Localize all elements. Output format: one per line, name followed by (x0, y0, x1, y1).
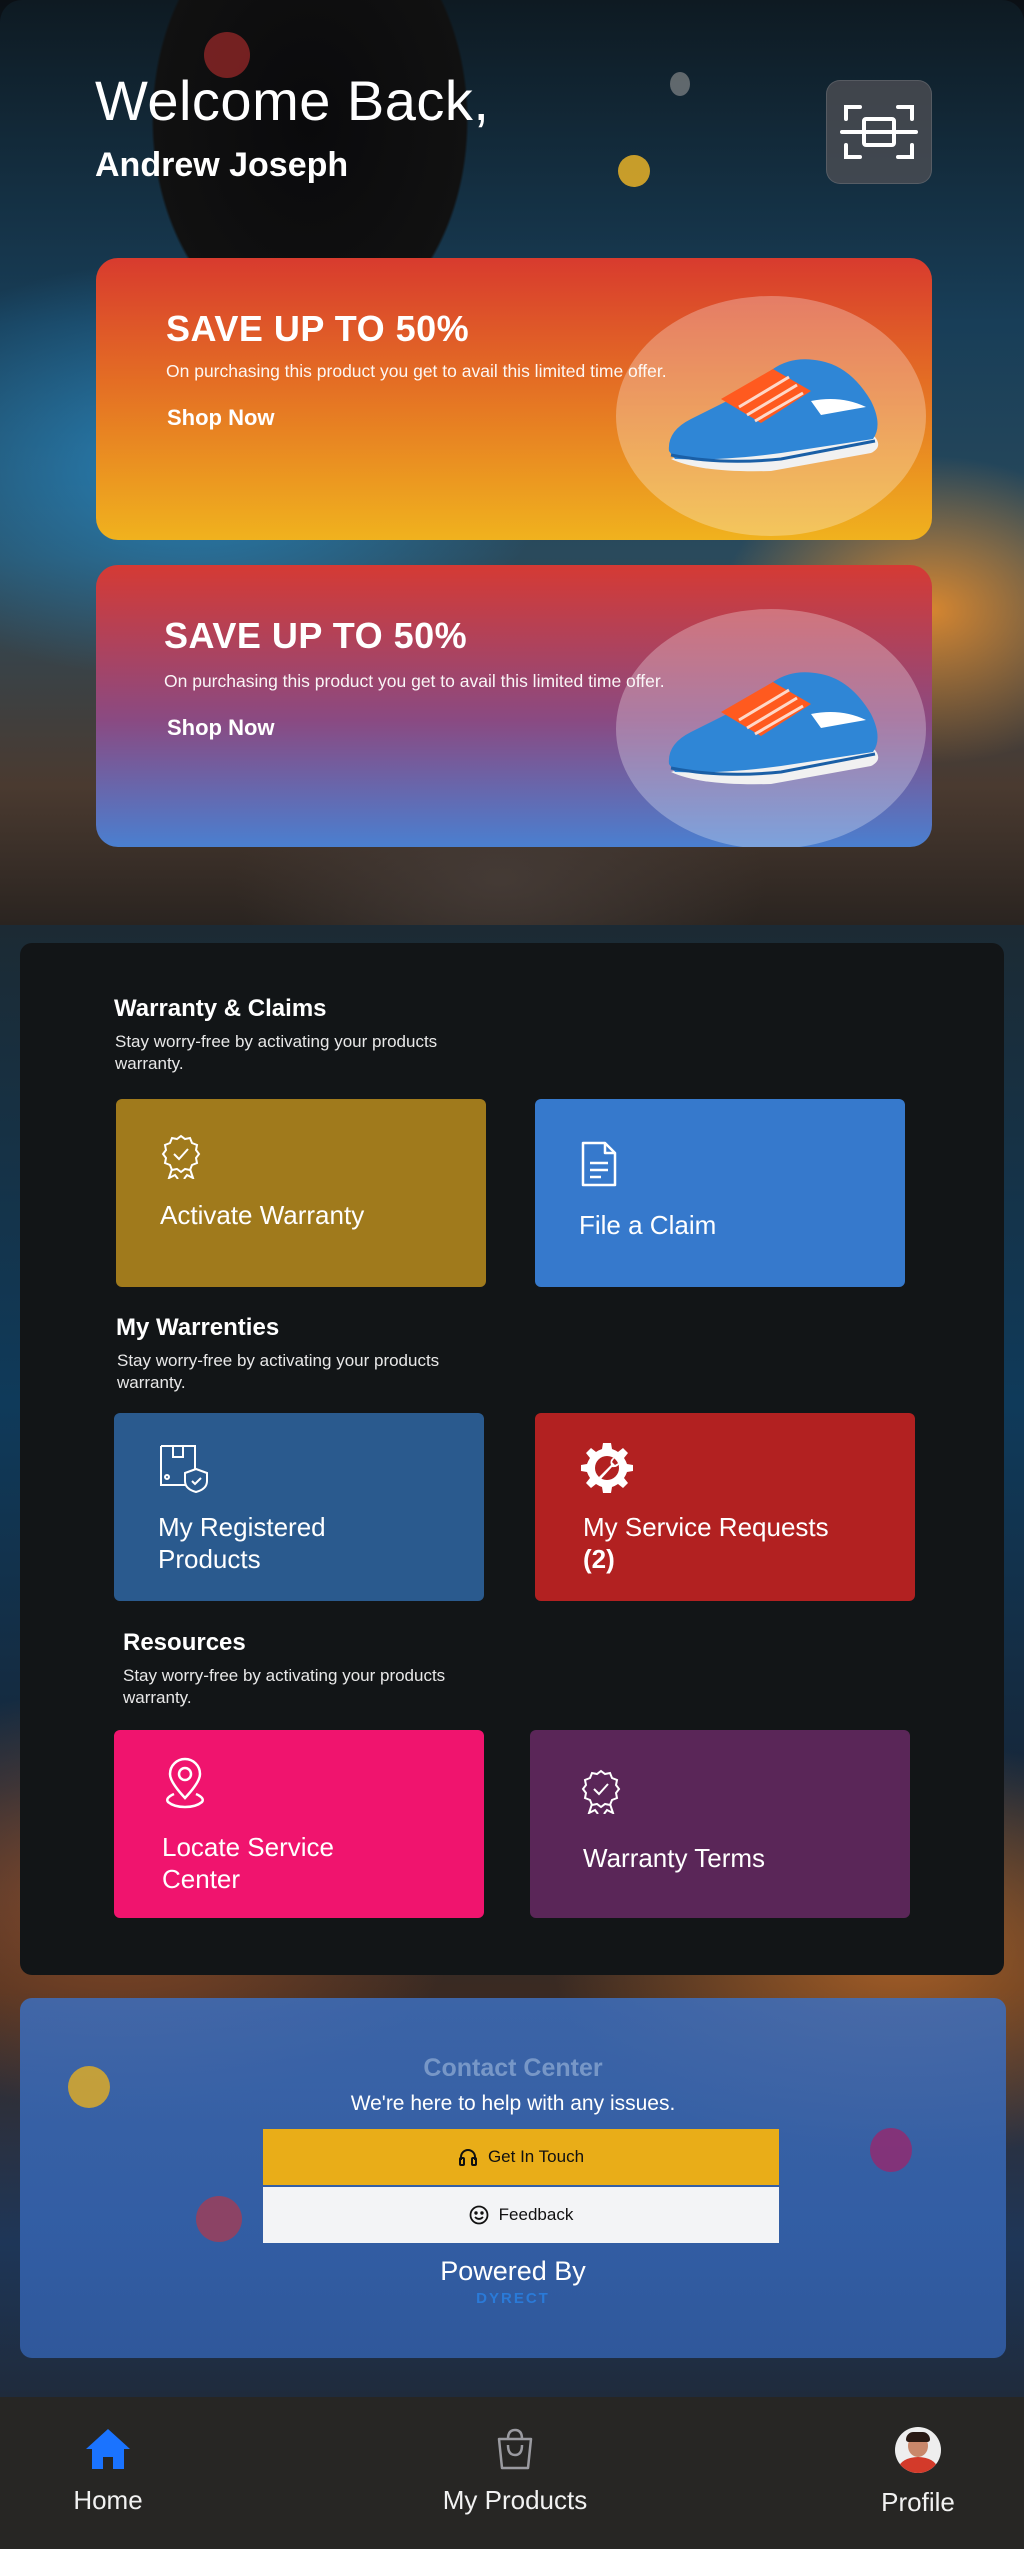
get-in-touch-label: Get In Touch (487, 2147, 585, 2166)
get-in-touch-button[interactable]: Get In Touch (263, 2129, 779, 2185)
service-requests-count: (2) (583, 1544, 615, 1574)
hero-banner: Welcome Back, Andrew Joseph SAVE UP TO 5… (0, 0, 1024, 925)
contact-center-card: Contact Center We're here to help with a… (20, 1998, 1006, 2358)
smile-icon (469, 2205, 489, 2225)
contact-subtitle: We're here to help with any issues. (350, 2092, 676, 2115)
section-title: My Warrenties (116, 1314, 280, 1341)
promo-card[interactable]: SAVE UP TO 50% On purchasing this produc… (96, 565, 932, 847)
section-title: Resources (123, 1629, 246, 1656)
gear-wrench-icon (581, 1443, 633, 1493)
promo-subtitle: On purchasing this product you get to av… (166, 361, 667, 381)
map-pin-icon (166, 1757, 204, 1809)
welcome-heading: Welcome Back, (95, 69, 490, 132)
product-image-circle (616, 609, 926, 847)
powered-by-label: Powered By (440, 2256, 586, 2286)
decor-dot (870, 2128, 912, 2172)
box-shield-icon (160, 1445, 208, 1493)
locate-service-center-tile[interactable]: Locate Service Center (114, 1730, 484, 1918)
home-icon (86, 2429, 130, 2469)
services-panel: Warranty & Claims Stay worry-free by act… (20, 943, 1004, 1975)
running-shoe-image (668, 359, 879, 472)
running-shoe-image (668, 672, 879, 785)
award-badge-icon (161, 1134, 201, 1179)
decor-dot (196, 2196, 242, 2242)
document-icon (581, 1141, 617, 1187)
tile-label: Warranty Terms (583, 1843, 766, 1873)
feedback-label: Feedback (498, 2205, 574, 2224)
service-requests-tile[interactable]: My Service Requests (2) (535, 1413, 915, 1601)
tile-label: My Registered Products (158, 1512, 326, 1574)
brand-name: DYRECT (476, 2290, 550, 2307)
tile-label: Activate Warranty (160, 1200, 365, 1230)
shop-now-link[interactable]: Shop Now (167, 715, 275, 741)
avatar (895, 2427, 941, 2473)
promo-subtitle: On purchasing this product you get to av… (164, 671, 665, 691)
bottom-nav: Home My Products Profile (0, 2397, 1024, 2549)
tile-label: File a Claim (579, 1210, 717, 1240)
promo-title: SAVE UP TO 50% (164, 615, 468, 656)
decor-dot (670, 72, 690, 96)
tile-label: My Service Requests (2) (583, 1511, 843, 1575)
award-badge-icon (581, 1769, 621, 1814)
contact-title: Contact Center (423, 2054, 603, 2082)
file-claim-tile[interactable]: File a Claim (535, 1099, 905, 1287)
nav-label: My Products (442, 2485, 588, 2515)
headphones-icon (458, 2149, 477, 2166)
promo-title: SAVE UP TO 50% (166, 308, 470, 349)
nav-label: Profile (881, 2487, 955, 2517)
warranty-terms-tile[interactable]: Warranty Terms (530, 1730, 910, 1918)
nav-label: Home (73, 2485, 143, 2515)
section-subtitle: Stay worry-free by activating your produ… (115, 1032, 438, 1073)
section-subtitle: Stay worry-free by activating your produ… (123, 1666, 446, 1707)
tile-label: Locate Service Center (162, 1832, 334, 1894)
shop-now-link[interactable]: Shop Now (167, 405, 275, 431)
section-title: Warranty & Claims (114, 995, 327, 1022)
feedback-button[interactable]: Feedback (263, 2187, 779, 2243)
registered-products-tile[interactable]: My Registered Products (114, 1413, 484, 1601)
scan-button[interactable] (826, 80, 932, 184)
user-name: Andrew Joseph (95, 146, 349, 184)
product-image-circle (616, 296, 926, 536)
activate-warranty-tile[interactable]: Activate Warranty (116, 1099, 486, 1287)
scan-icon (840, 105, 918, 159)
decor-dot (618, 155, 650, 187)
nav-item-home[interactable]: Home (68, 2427, 148, 2516)
service-requests-label: My Service Requests (583, 1512, 829, 1542)
nav-item-my-products[interactable]: My Products (430, 2427, 600, 2516)
section-subtitle: Stay worry-free by activating your produ… (117, 1351, 440, 1392)
promo-card[interactable]: SAVE UP TO 50% On purchasing this produc… (96, 258, 932, 540)
shopping-bag-icon (497, 2428, 533, 2470)
nav-item-profile[interactable]: Profile (870, 2427, 966, 2518)
